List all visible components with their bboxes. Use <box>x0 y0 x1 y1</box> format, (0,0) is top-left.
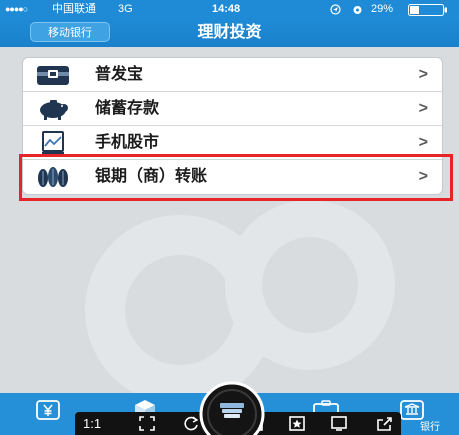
status-bar: ●●●●○ 中国联通 3G 14:48 29% <box>0 0 459 19</box>
share-icon[interactable] <box>377 416 393 431</box>
fullscreen-icon[interactable] <box>139 416 155 431</box>
cash-box-icon <box>37 66 69 85</box>
watermark-logo-icon <box>85 200 395 400</box>
chevron-right-icon: > <box>418 100 428 117</box>
menu-item-pufabao[interactable]: 普发宝 > <box>23 58 442 92</box>
piggy-bank-icon <box>40 100 68 120</box>
rotate-icon[interactable] <box>183 416 199 431</box>
location-icon <box>330 4 341 15</box>
menu-item-label: 普发宝 <box>95 66 144 83</box>
chevron-right-icon: > <box>418 134 428 151</box>
tab-label-bank: 银行 <box>420 422 440 433</box>
menu-item-label: 储蓄存款 <box>95 100 160 117</box>
alarm-icon <box>353 6 362 14</box>
capture-icon[interactable] <box>199 381 265 435</box>
carrier-name: 中国联通 <box>52 3 96 15</box>
window-icon[interactable] <box>331 416 347 431</box>
page-title: 理财投资 <box>197 24 262 41</box>
favorite-icon[interactable] <box>289 416 305 431</box>
menu-item-label: 手机股市 <box>95 134 160 151</box>
highlight-box <box>19 154 453 201</box>
stock-chart-icon <box>42 131 64 155</box>
yuan-tab-icon[interactable] <box>36 400 60 420</box>
menu-item-savings-deposit[interactable]: 储蓄存款 > <box>23 92 442 126</box>
bank-tab-icon[interactable] <box>400 400 424 420</box>
chevron-right-icon: > <box>418 66 428 83</box>
zoom-1-1-button[interactable]: 1:1 <box>83 416 101 431</box>
network-type: 3G <box>118 3 133 15</box>
nav-header: 移动银行 理财投资 <box>0 19 459 47</box>
phone-screen: ●●●●○ 中国联通 3G 14:48 29% 移动银行 理财投资 普发宝 > … <box>0 0 459 435</box>
clock-time: 14:48 <box>212 3 241 15</box>
signal-strength: ●●●●○ <box>5 4 28 14</box>
battery-icon <box>408 4 447 16</box>
battery-percent: 29% <box>371 3 394 15</box>
